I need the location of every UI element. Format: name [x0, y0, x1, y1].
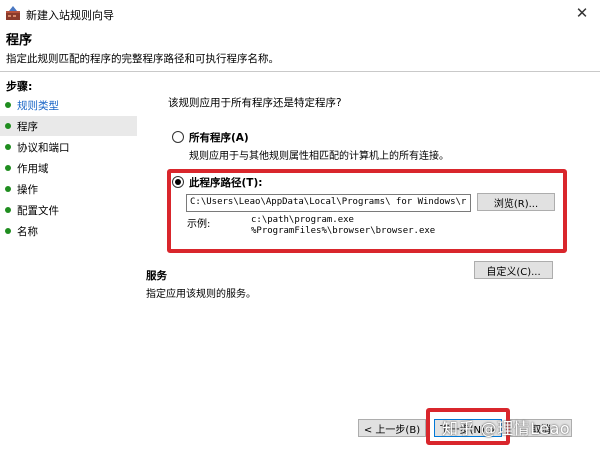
step-label: 作用域 — [17, 162, 49, 175]
step-action: 操作 — [0, 179, 137, 199]
steps-sidebar: 步骤: 规则类型 程序 协议和端口 作用域 操作 配置文件 名称 — [0, 73, 137, 453]
step-label: 程序 — [17, 120, 38, 133]
steps-title: 步骤: — [6, 80, 33, 93]
step-label: 配置文件 — [17, 204, 59, 217]
example-line-1: c:\path\program.exe — [251, 215, 354, 225]
step-label: 名称 — [17, 225, 38, 238]
step-label: 操作 — [17, 183, 38, 196]
step-protocol-port: 协议和端口 — [0, 137, 137, 157]
step-dot-icon — [5, 144, 11, 150]
step-dot-icon — [5, 207, 11, 213]
step-label: 规则类型 — [17, 99, 59, 112]
step-dot-icon — [5, 123, 11, 129]
question-text: 该规则应用于所有程序还是特定程序? — [168, 97, 342, 109]
customize-button[interactable]: 自定义(C)... — [474, 261, 553, 279]
all-programs-label[interactable]: 所有程序(A) — [189, 130, 249, 145]
step-label: 协议和端口 — [17, 141, 70, 154]
firewall-app-icon — [6, 6, 20, 20]
watermark-text: 知乎 @理情Leao — [442, 419, 571, 438]
example-label: 示例: — [187, 219, 211, 230]
services-title: 服务 — [146, 270, 167, 282]
all-programs-radio[interactable] — [172, 131, 184, 143]
step-profile: 配置文件 — [0, 200, 137, 220]
close-button[interactable]: ✕ — [564, 0, 600, 26]
step-dot-icon — [5, 228, 11, 234]
window-title: 新建入站规则向导 — [26, 9, 114, 22]
this-program-radio[interactable] — [172, 176, 184, 188]
step-program[interactable]: 程序 — [0, 116, 137, 136]
wizard-header: 程序 指定此规则匹配的程序的完整程序路径和可执行程序名称。 — [0, 26, 600, 72]
step-dot-icon — [5, 186, 11, 192]
main-panel: 该规则应用于所有程序还是特定程序? 所有程序(A) 规则应用于与其他规则属性相匹… — [137, 73, 600, 453]
services-description: 指定应用该规则的服务。 — [146, 289, 256, 300]
page-title: 程序 — [6, 33, 33, 48]
all-programs-description: 规则应用于与其他规则属性相匹配的计算机上的所有连接。 — [189, 151, 449, 162]
page-description: 指定此规则匹配的程序的完整程序路径和可执行程序名称。 — [6, 53, 279, 65]
browse-button[interactable]: 浏览(R)... — [477, 193, 555, 211]
this-program-label[interactable]: 此程序路径(T): — [189, 175, 262, 190]
step-name: 名称 — [0, 221, 137, 241]
close-icon: ✕ — [575, 4, 589, 22]
step-rule-type[interactable]: 规则类型 — [0, 95, 137, 115]
back-button[interactable]: < 上一步(B) — [358, 419, 426, 437]
title-bar: 新建入站规则向导 ✕ — [0, 0, 600, 26]
example-line-2: %ProgramFiles%\browser\browser.exe — [251, 226, 436, 236]
step-scope: 作用域 — [0, 158, 137, 178]
step-dot-icon — [5, 102, 11, 108]
program-path-input[interactable]: C:\Users\Leao\AppData\Local\Programs\ fo… — [186, 194, 471, 212]
step-dot-icon — [5, 165, 11, 171]
example-paths: c:\path\program.exe %ProgramFiles%\brows… — [251, 215, 435, 237]
